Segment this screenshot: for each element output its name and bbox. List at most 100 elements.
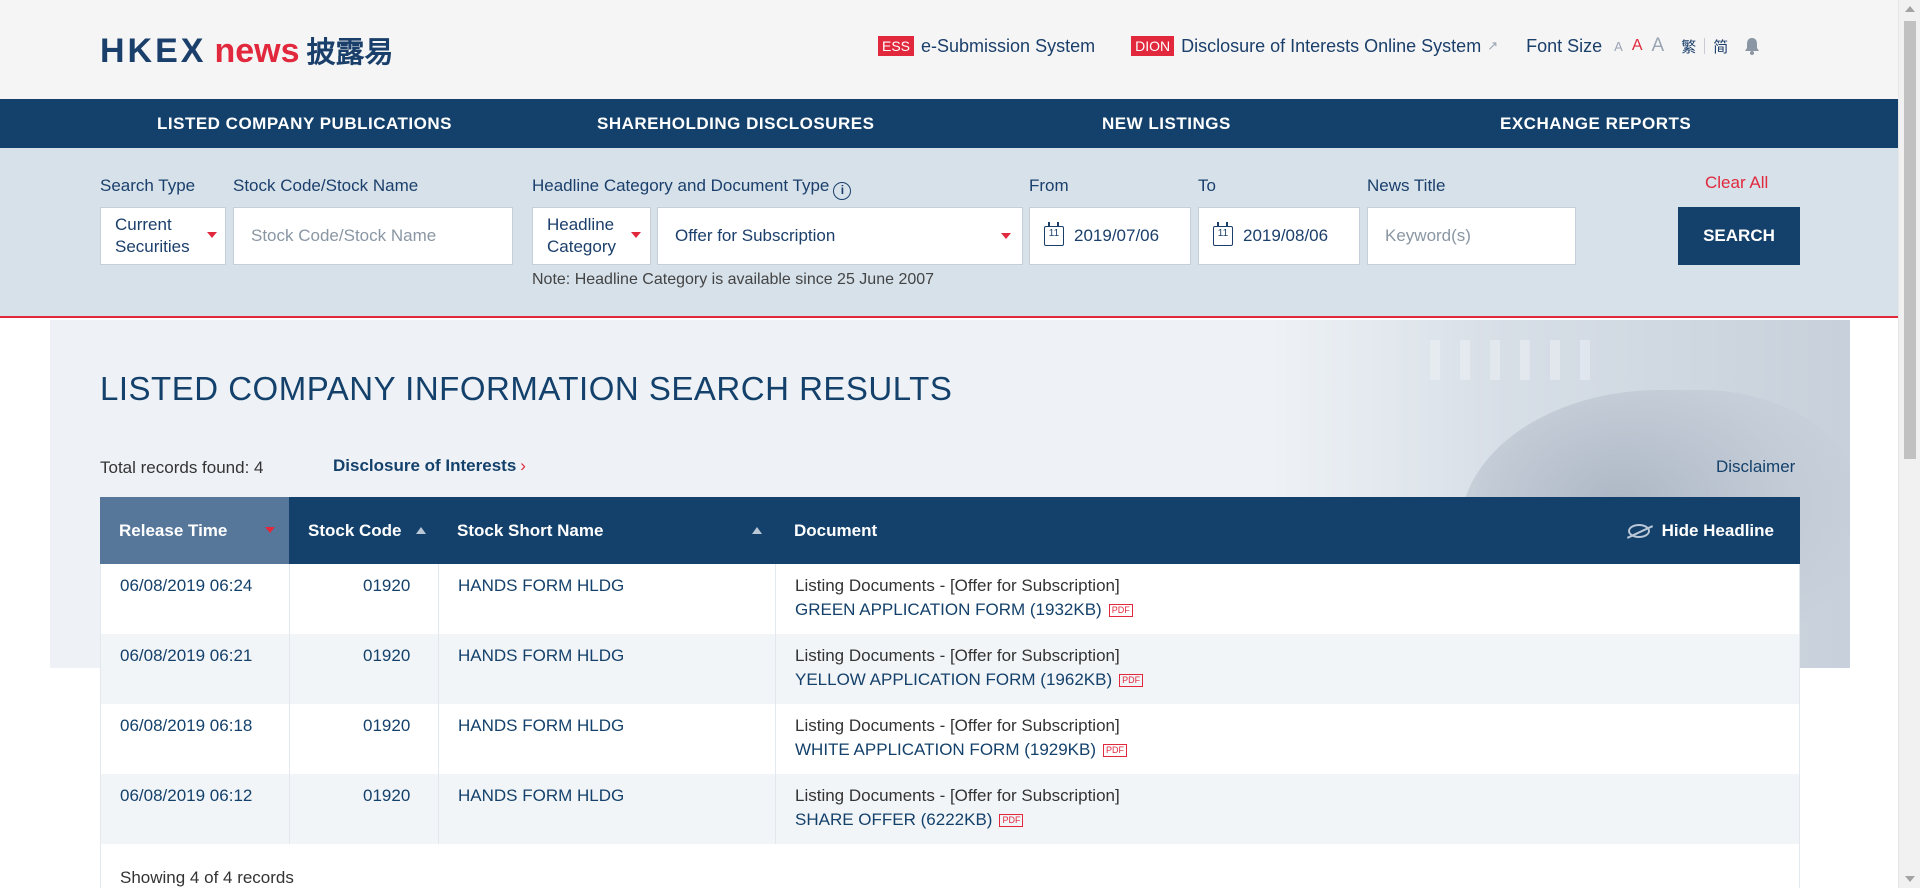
to-date-value: 2019/08/06	[1243, 226, 1329, 245]
release-time-cell: 06/08/2019 06:21	[120, 646, 253, 665]
document-link[interactable]: WHITE APPLICATION FORM (1929KB) PDF	[795, 740, 1128, 760]
disclaimer-link[interactable]: Disclaimer	[1716, 457, 1795, 477]
document-type: Listing Documents - [Offer for Subscript…	[795, 716, 1120, 735]
document-title: SHARE OFFER (6222KB)	[795, 810, 993, 829]
stock-label: Stock Code/Stock Name	[233, 176, 419, 195]
table-row: 06/08/2019 06:21 01920 HANDS FORM HLDG L…	[100, 634, 1800, 704]
info-icon[interactable]: i	[833, 182, 852, 200]
document-title: YELLOW APPLICATION FORM (1962KB)	[795, 670, 1113, 689]
release-time-cell: 06/08/2019 06:24	[120, 576, 253, 595]
document-link[interactable]: SHARE OFFER (6222KB) PDF	[795, 810, 1120, 830]
hide-headline-button[interactable]: Hide Headline	[1627, 497, 1774, 564]
headline-label-text: Headline Category and Document Type	[532, 176, 830, 195]
search-type-label: Search Type	[100, 176, 196, 195]
news-title-input[interactable]: Keyword(s)	[1367, 207, 1576, 265]
headline-category-select[interactable]: Offer for Subscription	[657, 207, 1023, 265]
to-date-input[interactable]: 11 2019/08/06	[1198, 207, 1360, 265]
document-header: Document	[794, 521, 878, 540]
scrollbar-thumb[interactable]	[1904, 21, 1916, 459]
from-date-input[interactable]: 11 2019/07/06	[1029, 207, 1191, 265]
lang-traditional-chinese[interactable]: 繁	[1681, 36, 1696, 57]
table-row: 06/08/2019 06:18 01920 HANDS FORM HLDG L…	[100, 704, 1800, 774]
results-table: Release Time Stock Code Stock Short Name…	[100, 497, 1800, 888]
stock-name-cell[interactable]: HANDS FORM HLDG	[458, 716, 624, 736]
search-type-select[interactable]: Current Securities	[100, 207, 226, 265]
release-time-cell: 06/08/2019 06:12	[120, 786, 253, 805]
total-records: Total records found: 4	[100, 458, 264, 477]
calendar-icon: 11	[1213, 222, 1233, 246]
headline-mode-line2: Category	[547, 237, 616, 256]
hide-headline-label: Hide Headline	[1661, 521, 1774, 540]
document-type: Listing Documents - [Offer for Subscript…	[795, 576, 1120, 595]
font-size-small-button[interactable]: A	[1614, 39, 1623, 54]
column-document: Document	[794, 497, 877, 564]
search-type-value-line2: Securities	[115, 237, 190, 256]
logo-news-text: news	[214, 32, 300, 70]
lang-simplified-chinese[interactable]: 简	[1713, 36, 1728, 57]
stock-code-cell[interactable]: 01920	[363, 576, 410, 596]
stock-name-cell[interactable]: HANDS FORM HLDG	[458, 576, 624, 596]
top-links: ESS e-Submission System DION Disclosure …	[878, 34, 1760, 58]
table-footer: Showing 4 of 4 records	[100, 844, 1800, 888]
vertical-scrollbar[interactable]	[1898, 0, 1920, 888]
sort-asc-icon[interactable]	[416, 527, 426, 534]
column-stock-short-name[interactable]: Stock Short Name	[457, 497, 603, 564]
scroll-down-icon[interactable]	[1905, 876, 1915, 882]
headline-category-value: Offer for Subscription	[675, 226, 836, 245]
stock-code-cell[interactable]: 01920	[363, 716, 410, 736]
release-time-header: Release Time	[119, 521, 228, 540]
main-navbar: LISTED COMPANY PUBLICATIONS SHAREHOLDING…	[0, 99, 1898, 148]
pdf-icon: PDF	[1119, 673, 1144, 687]
stock-code-cell[interactable]: 01920	[363, 646, 410, 666]
eye-slash-icon	[1627, 523, 1650, 538]
sort-asc-icon[interactable]	[752, 527, 762, 534]
top-header: HKEX news 披露易 ESS e-Submission System DI…	[0, 0, 1898, 99]
stock-name-cell[interactable]: HANDS FORM HLDG	[458, 646, 624, 666]
dion-badge: DION	[1131, 36, 1175, 56]
nav-exchange-reports[interactable]: EXCHANGE REPORTS	[1500, 99, 1691, 148]
nav-shareholding-disclosures[interactable]: SHAREHOLDING DISCLOSURES	[597, 99, 874, 148]
lang-divider	[1704, 38, 1706, 54]
document-cell: Listing Documents - [Offer for Subscript…	[795, 646, 1144, 690]
chevron-down-icon	[207, 232, 217, 238]
search-button[interactable]: SEARCH	[1678, 207, 1800, 265]
column-stock-code[interactable]: Stock Code	[308, 497, 402, 564]
document-cell: Listing Documents - [Offer for Subscript…	[795, 786, 1120, 830]
logo-hkex-text: HKEX	[100, 32, 207, 70]
clear-all-link[interactable]: Clear All	[1705, 173, 1768, 193]
nav-listed-company-publications[interactable]: LISTED COMPANY PUBLICATIONS	[157, 99, 452, 148]
document-link[interactable]: YELLOW APPLICATION FORM (1962KB) PDF	[795, 670, 1144, 690]
from-label: From	[1029, 176, 1069, 195]
dion-label: Disclosure of Interests Online System	[1181, 35, 1482, 56]
ess-link[interactable]: ESS e-Submission System	[878, 36, 1095, 57]
headline-note: Note: Headline Category is available sin…	[532, 271, 935, 288]
nav-new-listings[interactable]: NEW LISTINGS	[1102, 99, 1231, 148]
release-time-cell: 06/08/2019 06:18	[120, 716, 253, 735]
calendar-icon: 11	[1044, 222, 1064, 246]
stock-code-input[interactable]: Stock Code/Stock Name	[233, 207, 513, 265]
disclosure-of-interests-link[interactable]: Disclosure of Interests ›	[333, 456, 526, 476]
document-title: GREEN APPLICATION FORM (1932KB)	[795, 600, 1102, 619]
scroll-up-icon[interactable]	[1905, 6, 1915, 12]
hkexnews-logo[interactable]: HKEX news 披露易	[100, 29, 394, 71]
stock-code-cell[interactable]: 01920	[363, 786, 410, 806]
font-size-large-button[interactable]: A	[1652, 35, 1665, 57]
bell-icon[interactable]	[1744, 37, 1760, 55]
font-size-medium-button[interactable]: A	[1632, 37, 1643, 55]
pdf-icon: PDF	[1103, 743, 1128, 757]
column-release-time[interactable]: Release Time	[100, 497, 289, 564]
document-link[interactable]: GREEN APPLICATION FORM (1932KB) PDF	[795, 600, 1133, 620]
logo-chinese-text: 披露易	[306, 37, 394, 69]
table-row: 06/08/2019 06:12 01920 HANDS FORM HLDG L…	[100, 774, 1800, 844]
headline-mode-select[interactable]: Headline Category	[532, 207, 651, 265]
font-size-label: Font Size	[1526, 35, 1603, 56]
showing-records: Showing 4 of 4 records	[120, 868, 294, 887]
chevron-down-icon	[1001, 233, 1011, 239]
document-cell: Listing Documents - [Offer for Subscript…	[795, 576, 1133, 620]
ess-badge: ESS	[878, 36, 915, 56]
ess-label: e-Submission System	[921, 35, 1096, 56]
table-header: Release Time Stock Code Stock Short Name…	[100, 497, 1800, 564]
dion-link[interactable]: DION Disclosure of Interests Online Syst…	[1131, 36, 1498, 57]
headline-label: Headline Category and Document Type i	[532, 176, 852, 200]
stock-name-cell[interactable]: HANDS FORM HLDG	[458, 786, 624, 806]
